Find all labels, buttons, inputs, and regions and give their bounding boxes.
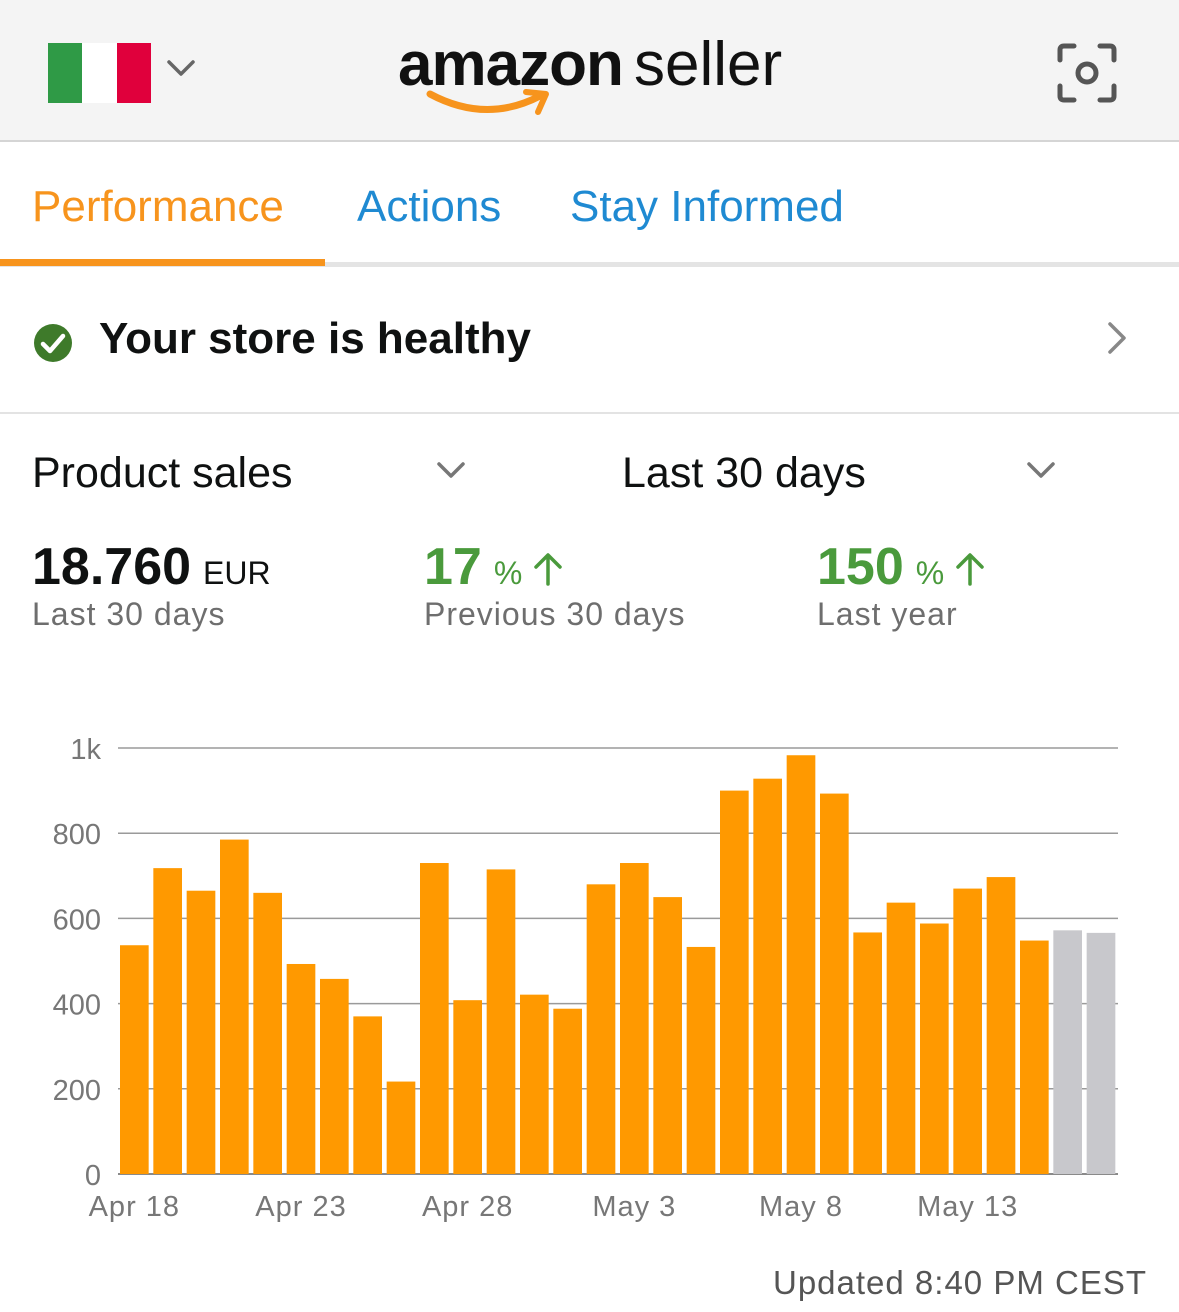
chevron-down-icon[interactable]: [1026, 460, 1056, 480]
tab-performance[interactable]: Performance: [32, 182, 284, 232]
metric-selector[interactable]: Product sales: [32, 449, 293, 498]
x-tick-label: May 8: [759, 1191, 843, 1223]
app-header: amazon seller: [0, 0, 1179, 142]
y-tick-label: 1k: [70, 734, 101, 766]
logo-product: seller: [634, 30, 783, 99]
chevron-down-icon[interactable]: [436, 460, 466, 480]
arrow-up-icon: [955, 553, 984, 586]
y-tick-label: 600: [53, 904, 101, 936]
y-tick-label: 400: [53, 990, 101, 1022]
scan-icon[interactable]: [1056, 42, 1118, 104]
last-year-change-number: 150: [817, 538, 904, 596]
bar: [453, 1000, 482, 1174]
amazon-smile-icon: [426, 89, 549, 115]
bar: [153, 868, 182, 1174]
tab-stay-informed[interactable]: Stay Informed: [570, 182, 844, 232]
sales-bar-chart: 0 200 400 600 800 1k Apr 18 Apr 23 Apr 28 May 3 Ma…: [53, 734, 1118, 1223]
y-tick-label: 200: [53, 1075, 101, 1107]
bar: [653, 897, 682, 1174]
previous-change-number: 17: [424, 538, 482, 596]
bar: [320, 978, 349, 1174]
bar: [186, 890, 216, 1174]
bar: [386, 1081, 416, 1174]
bar: [353, 1016, 382, 1174]
last-year-label: Last year: [817, 596, 958, 632]
bar: [1020, 940, 1049, 1174]
x-tick-label: May 13: [917, 1191, 1018, 1223]
x-tick-label: Apr 18: [89, 1191, 180, 1223]
x-tick-label: May 3: [592, 1191, 676, 1223]
bar: [520, 994, 549, 1174]
x-tick-label: Apr 28: [422, 1191, 513, 1223]
y-tick-label: 0: [85, 1160, 101, 1192]
bar: [553, 1008, 582, 1174]
bar: [420, 863, 449, 1174]
bar: [586, 884, 616, 1174]
tab-active-indicator: [0, 259, 325, 266]
bar: [1086, 932, 1116, 1174]
chevron-right-icon: [1108, 322, 1126, 354]
date-range-selector[interactable]: Last 30 days: [622, 449, 866, 498]
check-circle-icon: [34, 324, 72, 362]
bar: [286, 963, 316, 1174]
total-sales-label: Last 30 days: [32, 596, 226, 632]
bar: [853, 932, 882, 1174]
chevron-down-icon[interactable]: [166, 58, 196, 78]
arrow-up-icon: [534, 553, 562, 586]
bar: [986, 877, 1016, 1174]
total-sales-unit: EUR: [203, 555, 271, 591]
bar: [786, 755, 816, 1174]
x-tick-label: Apr 23: [255, 1191, 346, 1223]
previous-change-unit: %: [493, 555, 523, 591]
bar: [686, 946, 716, 1174]
bar: [820, 793, 849, 1174]
bar: [953, 888, 982, 1174]
bar: [720, 790, 749, 1174]
bar: [620, 863, 649, 1174]
bar: [220, 839, 249, 1174]
updated-timestamp: Updated 8:40 PM CEST: [772, 1264, 1147, 1301]
last-year-change-unit: %: [915, 555, 945, 591]
store-health-row[interactable]: Your store is healthy: [0, 268, 1179, 414]
store-health-text: Your store is healthy: [99, 314, 531, 363]
last-year-change: 150%: [817, 537, 985, 597]
y-tick-label: 800: [53, 819, 101, 851]
bar: [886, 902, 916, 1174]
bar: [120, 945, 149, 1174]
tab-actions[interactable]: Actions: [357, 182, 501, 232]
country-flag-icon[interactable]: [48, 43, 151, 103]
bar: [1053, 930, 1082, 1174]
total-sales-number: 18.760: [32, 538, 192, 596]
previous-period-label: Previous 30 days: [424, 596, 686, 632]
total-sales-value: 18.760 EUR: [32, 537, 271, 597]
bar: [920, 923, 949, 1174]
bar: [753, 778, 782, 1174]
bar: [486, 869, 516, 1174]
previous-period-change: 17%: [424, 537, 563, 597]
tab-bar: Performance Actions Stay Informed: [0, 142, 1179, 268]
bar: [253, 892, 282, 1174]
